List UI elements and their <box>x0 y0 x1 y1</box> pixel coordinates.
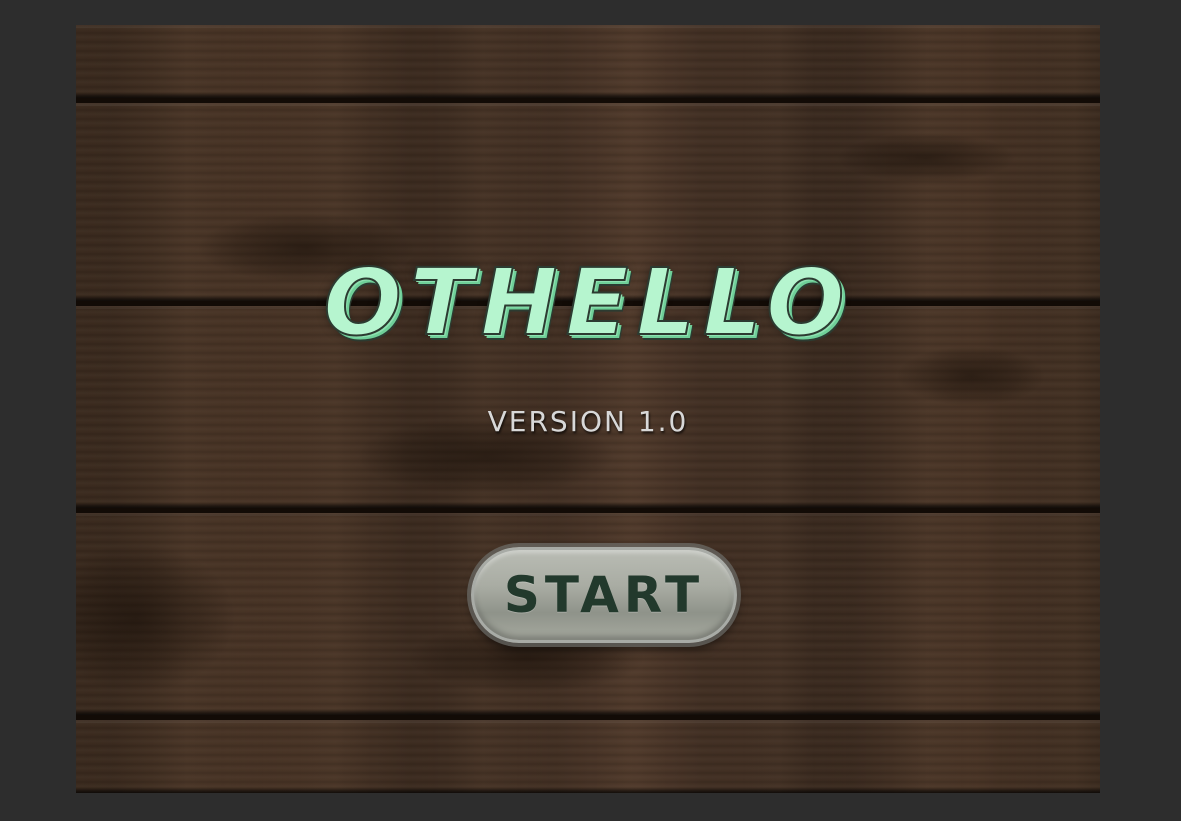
game-window: OTHELLO VERSION 1.0 START <box>76 25 1100 793</box>
wood-knot <box>896 346 1046 406</box>
start-button-label: START <box>503 566 705 624</box>
game-title: OTHELLO <box>323 249 853 356</box>
wood-knot <box>836 133 1016 183</box>
version-label: VERSION 1.0 <box>487 405 689 438</box>
wood-knot <box>76 543 236 693</box>
wood-plank <box>76 720 1100 793</box>
wood-plank <box>76 25 1100 98</box>
start-button[interactable]: START <box>471 547 737 643</box>
